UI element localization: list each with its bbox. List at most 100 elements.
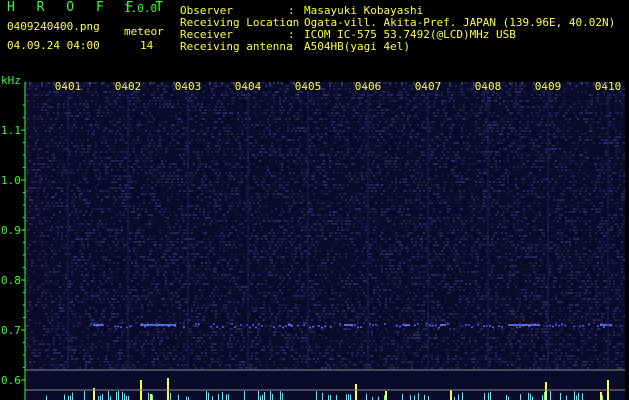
noise-pixel [105,223,107,225]
noise-pixel [59,265,61,267]
noise-pixel [241,289,243,291]
noise-pixel [295,310,297,312]
noise-pixel [241,118,243,120]
noise-pixel [227,181,229,183]
noise-pixel [299,160,301,162]
noise-pixel [77,325,79,327]
noise-pixel [175,142,177,144]
noise-pixel [145,295,147,297]
noise-pixel [269,325,271,327]
noise-pixel [295,163,297,165]
noise-pixel [291,238,293,240]
noise-pixel [217,295,219,297]
noise-pixel [185,97,187,99]
noise-pixel [137,361,139,363]
noise-pixel [91,124,93,126]
noise-pixel [213,352,215,354]
noise-pixel [225,244,227,246]
noise-pixel [101,190,103,192]
noise-pixel [305,334,307,336]
noise-pixel [177,184,179,186]
noise-pixel [115,232,117,234]
noise-pixel [217,151,219,153]
noise-pixel [79,316,81,318]
noise-pixel [229,259,231,261]
noise-pixel [71,262,73,264]
noise-pixel [151,265,153,267]
noise-pixel [305,172,307,174]
noise-pixel [217,181,219,183]
noise-pixel [121,193,123,195]
noise-pixel [269,160,271,162]
noise-pixel [287,334,289,336]
noise-pixel [121,349,123,351]
noise-pixel [75,268,77,270]
noise-pixel [181,127,183,129]
noise-pixel [311,136,313,138]
noise-pixel [205,298,207,300]
noise-pixel [319,322,321,324]
noise-pixel [265,136,267,138]
noise-pixel [167,106,169,108]
noise-pixel [213,169,215,171]
noise-pixel [103,211,105,213]
noise-pixel [149,214,151,216]
noise-pixel [185,283,187,285]
noise-pixel [139,367,141,369]
noise-pixel [131,181,133,183]
noise-pixel [237,277,239,279]
noise-pixel [313,223,315,225]
noise-pixel [281,256,283,258]
noise-pixel [151,166,153,168]
noise-pixel [215,334,217,336]
noise-pixel [313,337,315,339]
noise-pixel [283,286,285,288]
noise-pixel [241,304,243,306]
noise-pixel [231,334,233,336]
noise-pixel [215,181,217,183]
noise-pixel [97,169,99,171]
noise-pixel [267,274,269,276]
noise-pixel [65,115,67,117]
noise-pixel [85,124,87,126]
noise-pixel [161,178,163,180]
noise-pixel [115,355,117,357]
noise-pixel [85,292,87,294]
noise-pixel [157,181,159,183]
noise-pixel [139,142,141,144]
noise-pixel [129,367,131,369]
noise-pixel [161,244,163,246]
noise-pixel [135,127,137,129]
noise-pixel [243,112,245,114]
noise-pixel [63,193,65,195]
noise-pixel [297,256,299,258]
noise-pixel [209,295,211,297]
noise-pixel [311,154,313,156]
noise-pixel [137,100,139,102]
noise-pixel [151,214,153,216]
noise-pixel [203,334,205,336]
noise-pixel [311,109,313,111]
noise-pixel [163,355,165,357]
noise-pixel [231,205,233,207]
noise-pixel [159,202,161,204]
noise-pixel [169,292,171,294]
noise-pixel [173,172,175,174]
noise-pixel [235,253,237,255]
noise-pixel [277,367,279,369]
noise-pixel [43,265,45,267]
noise-pixel [257,244,259,246]
noise-pixel [195,106,197,108]
noise-pixel [157,358,159,360]
noise-pixel [99,181,101,183]
noise-pixel [71,106,73,108]
noise-pixel [301,337,303,339]
noise-pixel [257,124,259,126]
noise-pixel [199,274,201,276]
noise-pixel [163,253,165,255]
noise-pixel [263,133,265,135]
noise-pixel [153,163,155,165]
noise-pixel [47,112,49,114]
noise-pixel [207,364,209,366]
noise-pixel [263,220,265,222]
